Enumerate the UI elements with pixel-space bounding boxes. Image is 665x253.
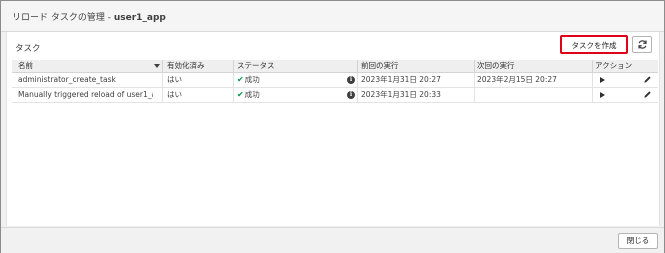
task-name: administrator_create_task (18, 75, 116, 84)
dialog-header: リロード タスクの管理 - user1_app (1, 1, 664, 32)
section-label: タスク (15, 44, 41, 54)
close-button[interactable]: 閉じる (618, 233, 658, 249)
task-name: Manually triggered reload of user1_app (18, 90, 153, 99)
task-next-run: 2023年2月15日 20:27 (477, 75, 557, 84)
table-header-row: 名前 有効化済み ステータス 前回の実行 次回の実行 アクション (12, 60, 658, 73)
play-icon[interactable] (600, 77, 605, 83)
refresh-icon (638, 40, 647, 49)
tasks-table: 名前 有効化済み ステータス 前回の実行 次回の実行 アクション adminis… (12, 60, 658, 103)
dialog-title: リロード タスクの管理 - user1_app (12, 10, 166, 23)
pencil-icon[interactable] (643, 90, 652, 99)
task-status-text: 成功 (244, 75, 260, 84)
column-header-next-run[interactable]: 次回の実行 (477, 60, 587, 72)
task-status-text: 成功 (244, 90, 260, 99)
refresh-button[interactable] (632, 36, 652, 53)
check-icon: ✔ (237, 75, 244, 84)
task-last-run: 2023年1月31日 20:33 (361, 90, 441, 99)
dialog-title-prefix: リロード タスクの管理 - (12, 13, 114, 23)
play-icon[interactable] (600, 92, 605, 98)
reload-task-dialog: リロード タスクの管理 - user1_app タスク タスクを作成 名前 有効… (0, 0, 665, 253)
column-header-status[interactable]: ステータス (237, 60, 332, 72)
column-header-actions: アクション (595, 61, 633, 70)
task-status: ✔成功 (237, 73, 332, 87)
sort-caret-icon[interactable] (154, 64, 160, 68)
info-icon[interactable]: i (347, 76, 355, 84)
dialog-footer: 閉じる (1, 227, 664, 253)
check-icon: ✔ (237, 90, 244, 99)
task-next-run (477, 88, 587, 102)
table-row[interactable]: administrator_create_task はい ✔成功 i 2023年… (12, 73, 658, 88)
task-status: ✔成功 (237, 88, 332, 102)
table-row[interactable]: Manually triggered reload of user1_app は… (12, 88, 658, 103)
dialog-body: タスク タスクを作成 名前 有効化済み ステータス 前回の実行 次回の実行 アク… (6, 32, 660, 226)
pencil-icon[interactable] (643, 75, 652, 84)
task-enabled: はい (167, 90, 182, 99)
task-last-run: 2023年1月31日 20:27 (361, 75, 441, 84)
column-header-name[interactable]: 名前 (18, 60, 153, 72)
column-header-last-run[interactable]: 前回の実行 (361, 60, 471, 72)
info-icon[interactable]: i (347, 91, 355, 99)
create-task-button[interactable]: タスクを作成 (560, 35, 628, 54)
task-enabled: はい (167, 75, 182, 84)
dialog-app-name: user1_app (113, 13, 166, 23)
column-header-enabled[interactable]: 有効化済み (167, 60, 227, 72)
